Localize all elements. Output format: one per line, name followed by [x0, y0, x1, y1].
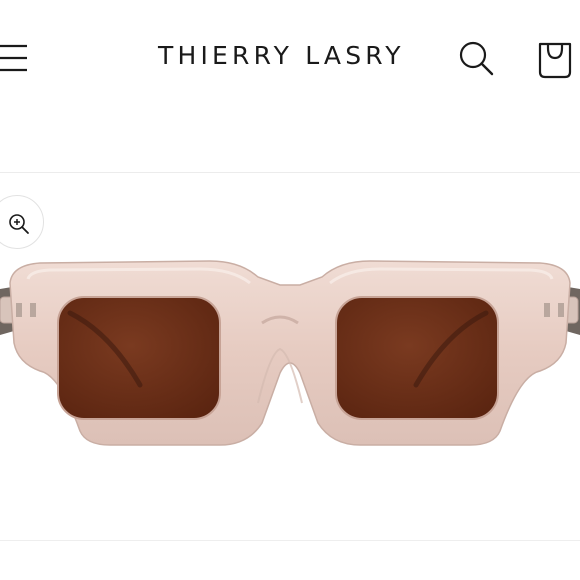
- brand-logo[interactable]: THIERRY LASRY: [158, 36, 424, 76]
- zoom-in-icon: [9, 214, 29, 234]
- cart-button[interactable]: [534, 38, 578, 80]
- site-header: THIERRY LASRY: [0, 0, 580, 112]
- zoom-button[interactable]: [0, 195, 44, 249]
- hamburger-menu-icon: [0, 44, 27, 72]
- menu-button[interactable]: [0, 40, 30, 76]
- search-button[interactable]: [456, 38, 496, 78]
- sunglasses-product-image[interactable]: [0, 253, 580, 453]
- product-gallery: [0, 173, 580, 540]
- search-icon: [459, 41, 494, 76]
- gallery-divider: [0, 540, 580, 541]
- product-page: THIERRY LASRY: [0, 0, 580, 580]
- shopping-bag-icon: [538, 42, 572, 79]
